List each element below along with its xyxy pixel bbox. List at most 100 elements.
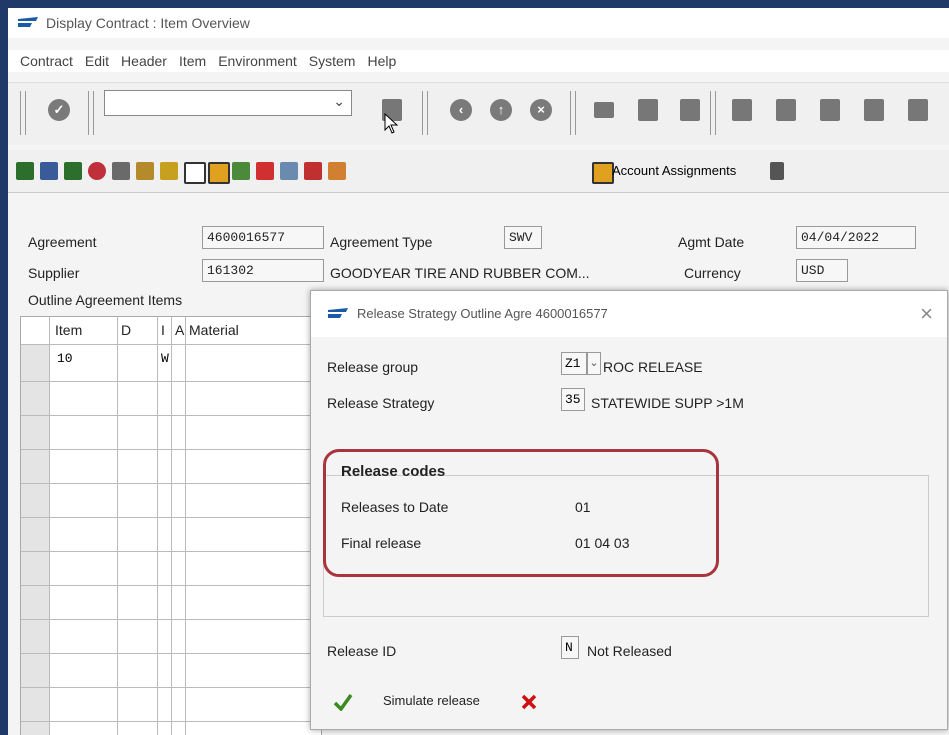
menu-help[interactable]: Help — [367, 53, 396, 69]
release-group-desc: ROC RELEASE — [603, 359, 703, 375]
agreement-label: Agreement — [28, 234, 97, 250]
release-id-field[interactable]: N — [561, 636, 579, 659]
menu-header[interactable]: Header — [121, 53, 167, 69]
row-divider — [21, 344, 321, 345]
column-header-d[interactable]: D — [121, 317, 131, 344]
window-title: Display Contract : Item Overview — [46, 15, 250, 31]
toolbar-separator — [570, 91, 576, 135]
status-icon[interactable] — [232, 162, 250, 180]
row-divider — [21, 415, 321, 416]
release-strategy-label: Release Strategy — [327, 395, 435, 411]
column-header-item[interactable]: Item — [55, 317, 82, 344]
simulate-release-button[interactable]: Simulate release — [383, 693, 480, 708]
row-selector-column[interactable] — [21, 344, 49, 735]
highlight-annotation — [323, 449, 719, 577]
statistics-icon[interactable] — [256, 162, 274, 180]
partners-icon[interactable] — [136, 162, 154, 180]
cell-i[interactable]: W — [161, 351, 169, 366]
check-icon[interactable] — [333, 693, 353, 711]
exit-icon[interactable]: ↑ — [490, 99, 512, 121]
column-header-i[interactable]: I — [161, 317, 165, 344]
find-icon[interactable] — [638, 99, 658, 121]
supplier-field[interactable]: 161302 — [202, 259, 324, 282]
find-next-icon[interactable] — [680, 99, 700, 121]
title-bar: Display Contract : Item Overview — [8, 8, 949, 38]
currency-label: Currency — [684, 265, 741, 281]
sap-logo-icon — [328, 308, 348, 318]
header-details-icon[interactable] — [16, 162, 34, 180]
column-header-a[interactable]: A — [175, 317, 184, 344]
texts-icon[interactable] — [88, 162, 106, 180]
back-icon[interactable]: ‹ — [450, 99, 472, 121]
column-divider — [117, 317, 118, 735]
agreement-type-label: Agreement Type — [330, 234, 433, 250]
menu-environment[interactable]: Environment — [218, 53, 297, 69]
menu-system[interactable]: System — [309, 53, 356, 69]
item-details-icon[interactable] — [40, 162, 58, 180]
print-icon[interactable] — [594, 102, 614, 118]
structure-icon[interactable] — [770, 162, 784, 180]
agmt-date-label: Agmt Date — [678, 234, 745, 250]
account-assignments-button[interactable]: Account Assignments — [612, 163, 736, 178]
previous-page-icon[interactable] — [776, 99, 796, 121]
mouse-cursor-icon — [384, 113, 399, 134]
toolbar-separator — [422, 91, 428, 135]
menu-contract[interactable]: Contract — [20, 53, 73, 69]
chevron-down-icon[interactable]: ⌄ — [333, 93, 345, 110]
row-divider — [21, 483, 321, 484]
header-data: Agreement 4600016577 Agreement Type SWV … — [8, 204, 949, 294]
row-divider — [21, 721, 321, 722]
command-field[interactable]: ⌄ — [104, 90, 352, 116]
agreement-field[interactable]: 4600016577 — [202, 226, 324, 249]
currency-field[interactable]: USD — [796, 259, 848, 282]
cell-item[interactable]: 10 — [57, 351, 73, 366]
first-page-icon[interactable] — [732, 99, 752, 121]
row-divider — [21, 619, 321, 620]
column-divider — [185, 317, 186, 735]
chevron-down-icon[interactable]: ⌄ — [587, 352, 601, 375]
toolbar-separator — [88, 91, 94, 135]
sap-logo-icon — [18, 17, 38, 27]
menu-edit[interactable]: Edit — [85, 53, 109, 69]
release-strategy-field[interactable]: 35 — [561, 388, 585, 411]
cancel-icon[interactable] — [521, 694, 537, 710]
document-icon[interactable] — [208, 162, 230, 184]
release-id-desc: Not Released — [587, 643, 672, 659]
sap-window: Display Contract : Item Overview Contrac… — [8, 8, 949, 735]
items-section-title: Outline Agreement Items — [28, 292, 183, 308]
standard-toolbar: ✓ ⌄ ‹ ↑ × — [8, 82, 949, 145]
enter-icon[interactable]: ✓ — [48, 99, 70, 121]
edit-icon[interactable] — [280, 162, 298, 180]
menu-bar: Contract Edit Header Item Environment Sy… — [8, 50, 949, 72]
release-strategy-desc: STATEWIDE SUPP >1M — [591, 395, 744, 411]
next-page-icon[interactable] — [820, 99, 840, 121]
cancel-icon[interactable]: × — [530, 99, 552, 121]
agmt-date-field[interactable]: 04/04/2022 — [796, 226, 916, 249]
vehicle-icon[interactable] — [304, 162, 322, 180]
delivery-schedule-icon[interactable] — [160, 162, 178, 180]
menu-item[interactable]: Item — [179, 53, 206, 69]
row-divider — [21, 381, 321, 382]
close-icon[interactable]: × — [920, 301, 933, 327]
release-id-label: Release ID — [327, 643, 397, 659]
last-page-icon[interactable] — [864, 99, 884, 121]
column-header-material[interactable]: Material — [189, 317, 239, 344]
row-divider — [21, 585, 321, 586]
application-toolbar: Account Assignments — [8, 150, 949, 193]
analysis-icon[interactable] — [328, 162, 346, 180]
conditions-icon[interactable] — [64, 162, 82, 180]
new-session-icon[interactable] — [908, 99, 928, 121]
release-group-field[interactable]: Z1 — [561, 352, 587, 375]
additional-data-icon[interactable] — [112, 162, 130, 180]
supplier-label: Supplier — [28, 265, 80, 281]
agreement-type-field[interactable]: SWV — [504, 226, 542, 249]
row-divider — [21, 687, 321, 688]
dialog-title: Release Strategy Outline Agre 4600016577 — [357, 306, 608, 321]
row-divider — [21, 517, 321, 518]
supplier-name: GOODYEAR TIRE AND RUBBER COM... — [330, 265, 590, 281]
column-divider — [171, 317, 172, 735]
print-preview-icon[interactable] — [184, 162, 206, 184]
row-divider — [21, 551, 321, 552]
account-assignments-icon[interactable] — [592, 162, 614, 184]
column-divider — [49, 317, 50, 735]
